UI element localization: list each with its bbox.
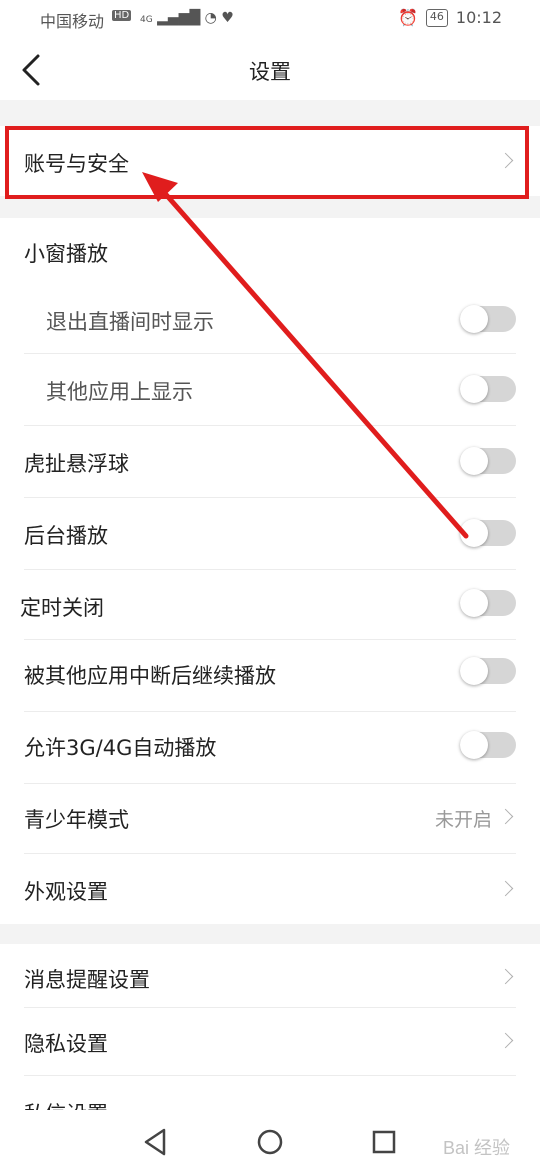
auto-play-3g4g-item: 允许3G/4G自动播放 [0, 712, 540, 784]
toggle-knob [460, 657, 488, 685]
chevron-right-icon [500, 811, 514, 825]
alarm-icon: ⏰ [397, 8, 418, 27]
background-play-item: 后台播放 [0, 498, 540, 570]
toggle-knob [460, 589, 488, 617]
resume-after-interrupt-toggle[interactable] [460, 657, 516, 685]
teen-mode-value: 未开启 [434, 809, 492, 831]
other-apps-show-item: 其他应用上显示 [0, 354, 540, 426]
signal-icon: 4G ▂▄▆█ ◔ ♥ [140, 10, 234, 26]
watermark: Bai 经验 [442, 1138, 510, 1158]
system-nav-bar: Bai 经验 [0, 1110, 540, 1170]
teen-mode-item[interactable]: 青少年模式 未开启 [0, 784, 540, 854]
account-security-item[interactable]: 账号与安全 [0, 126, 540, 196]
mini-window-label: 小窗播放 [24, 242, 108, 266]
background-play-toggle[interactable] [460, 519, 516, 547]
nav-recents-icon[interactable] [366, 1124, 402, 1160]
privacy-label: 隐私设置 [24, 1032, 108, 1056]
float-ball-item: 虎扯悬浮球 [0, 426, 540, 498]
appearance-item[interactable]: 外观设置 [0, 854, 540, 924]
nav-back-icon[interactable] [138, 1124, 174, 1160]
background-play-label: 后台播放 [24, 524, 108, 548]
account-security-label: 账号与安全 [24, 152, 129, 176]
chevron-right-icon [500, 971, 514, 985]
chevron-right-icon [500, 1035, 514, 1049]
timer-close-label: 定时关闭 [20, 596, 104, 620]
exit-live-show-toggle[interactable] [460, 305, 516, 333]
messages-label: 私信设置 [24, 1098, 108, 1110]
section-gap [0, 196, 540, 218]
clock: 10:12 [455, 8, 502, 27]
teen-mode-label: 青少年模式 [24, 808, 129, 832]
section-gap [0, 100, 540, 126]
mini-window-header: 小窗播放 [0, 218, 540, 284]
battery-icon: 46 [425, 8, 448, 27]
hd-badge: HD [112, 10, 132, 21]
toggle-knob [460, 375, 488, 403]
other-apps-show-toggle[interactable] [460, 375, 516, 403]
timer-close-toggle[interactable] [460, 589, 516, 617]
notifications-label: 消息提醒设置 [24, 968, 150, 992]
signal-type: 4G [140, 15, 153, 25]
toggle-knob [460, 447, 488, 475]
toggle-knob [460, 519, 488, 547]
timer-close-item[interactable]: 定时关闭 [0, 570, 540, 640]
messages-item[interactable]: 私信设置 [0, 1076, 540, 1110]
exit-live-show-item: 退出直播间时显示 [0, 284, 540, 354]
section-gap [0, 924, 540, 944]
float-ball-label: 虎扯悬浮球 [24, 452, 129, 476]
other-apps-show-label: 其他应用上显示 [46, 380, 193, 404]
appearance-label: 外观设置 [24, 880, 108, 904]
notifications-item[interactable]: 消息提醒设置 [0, 944, 540, 1008]
toggle-knob [460, 305, 488, 333]
privacy-item[interactable]: 隐私设置 [0, 1008, 540, 1076]
status-right: ⏰ 46 10:12 [398, 8, 502, 27]
float-ball-toggle[interactable] [460, 447, 516, 475]
toggle-knob [460, 731, 488, 759]
exit-live-show-label: 退出直播间时显示 [46, 310, 214, 334]
status-bar: 中国移动 HD 4G ▂▄▆█ ◔ ♥ ⏰ 46 10:12 [0, 0, 540, 38]
chevron-right-icon [500, 883, 514, 897]
page-title: 设置 [249, 60, 291, 84]
auto-play-3g4g-label: 允许3G/4G自动播放 [24, 736, 217, 760]
app-header: 设置 [0, 38, 540, 100]
nav-home-icon[interactable] [252, 1124, 288, 1160]
resume-after-interrupt-item: 被其他应用中断后继续播放 [0, 640, 540, 712]
resume-after-interrupt-label: 被其他应用中断后继续播放 [24, 664, 276, 688]
auto-play-3g4g-toggle[interactable] [460, 731, 516, 759]
carrier-name: 中国移动 [40, 12, 105, 31]
chevron-right-icon [500, 155, 514, 169]
